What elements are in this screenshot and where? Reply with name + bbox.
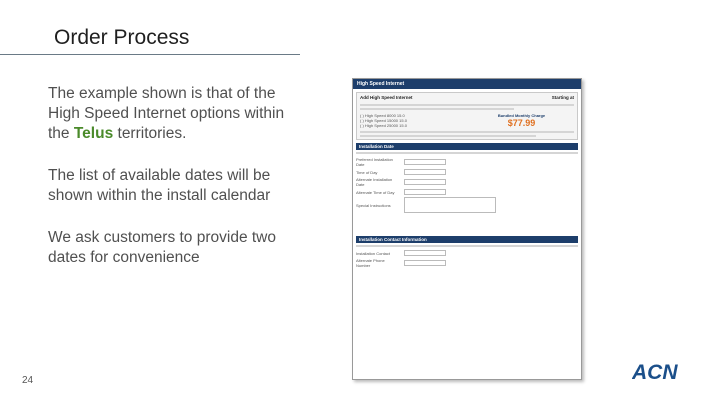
speed-option[interactable]: ( ) High Speed 25000 15.0: [360, 123, 465, 128]
text-line: [360, 131, 574, 133]
telus-highlight: Telus: [73, 125, 114, 142]
text-line: [356, 152, 578, 154]
preferred-date-input[interactable]: [404, 159, 446, 165]
contact-section: Installation Contact Information: [356, 236, 578, 243]
page-number: 24: [22, 375, 34, 386]
acn-logo-text: ACN: [632, 361, 678, 382]
form-row: Installation Contact: [353, 249, 581, 257]
text-line: [360, 104, 574, 106]
pane-title: Add High Speed Internet: [360, 95, 413, 100]
pane-header: Add High Speed Internet Starting at: [357, 93, 577, 102]
text-line: [356, 245, 578, 247]
field-label: Alternate Time of Day: [356, 189, 395, 195]
slide-title: Order Process: [54, 26, 190, 49]
text-line: [360, 135, 536, 137]
add-internet-pane: Add High Speed Internet Starting at ( ) …: [356, 92, 578, 140]
options-row: ( ) High Speed 8000 15.0 ( ) High Speed …: [357, 112, 577, 129]
form-row: Alternate Time of Day: [353, 188, 581, 196]
price-value: $77.99: [507, 118, 536, 128]
field-label: Preferred Installation Date: [356, 157, 393, 167]
bullet-item: The example shown is that of the High Sp…: [48, 84, 308, 144]
order-form-screenshot: High Speed Internet Add High Speed Inter…: [352, 78, 582, 380]
starting-at-label: Starting at: [551, 95, 574, 100]
form-row: Preferred Installation Date: [353, 156, 581, 168]
price-box: Bundled Monthly Charge $77.99: [469, 113, 574, 128]
field-label: Special Instructions: [356, 202, 391, 208]
form-row: Special Instructions: [353, 196, 581, 214]
bullet-item: We ask customers to provide two dates fo…: [48, 229, 276, 266]
field-label: Installation Contact: [356, 250, 391, 256]
field-label: Alternate Phone Number: [356, 258, 385, 268]
installation-date-section: Installation Date: [356, 143, 578, 150]
alternate-time-select[interactable]: [404, 189, 446, 195]
bullet-item: The list of available dates will be show…: [48, 167, 271, 204]
text-line: [360, 108, 514, 110]
field-label: Time of Day: [356, 169, 378, 175]
instructions-input[interactable]: [404, 197, 496, 213]
title-rule: [0, 54, 300, 55]
bullet-list: The example shown is that of the High Sp…: [48, 84, 308, 290]
form-row: Alternate Phone Number: [353, 257, 581, 269]
alternate-date-input[interactable]: [404, 179, 446, 185]
time-of-day-select[interactable]: [404, 169, 446, 175]
screenshot-header: High Speed Internet: [353, 79, 581, 89]
form-row: Time of Day: [353, 168, 581, 176]
acn-logo: ACN: [632, 361, 678, 382]
speed-options: ( ) High Speed 8000 15.0 ( ) High Speed …: [360, 113, 465, 128]
contact-input[interactable]: [404, 250, 446, 256]
form-row: Alternate Installation Date: [353, 176, 581, 188]
alt-phone-input[interactable]: [404, 260, 446, 266]
field-label: Alternate Installation Date: [356, 177, 393, 187]
bullet-text: territories.: [113, 125, 187, 142]
